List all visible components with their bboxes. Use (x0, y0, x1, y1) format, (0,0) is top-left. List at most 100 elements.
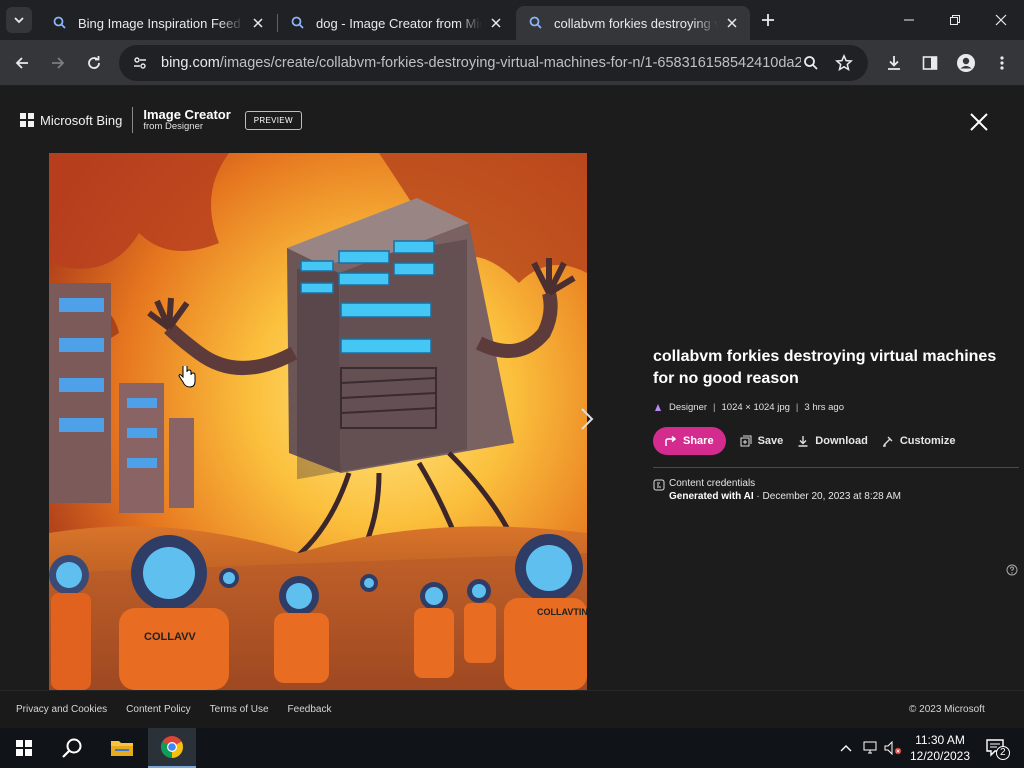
search-icon (291, 16, 304, 29)
svg-text:COLLAVTIN: COLLAVTIN (537, 607, 587, 617)
windows-logo-icon (16, 740, 32, 756)
side-panel-icon (922, 56, 938, 70)
site-info-icon[interactable] (131, 54, 149, 72)
download-button[interactable]: Download (797, 435, 868, 447)
arrow-right-icon (52, 57, 65, 69)
profile-button[interactable] (952, 49, 980, 77)
meta-age: 3 hrs ago (804, 402, 845, 413)
footer-link-content-policy[interactable]: Content Policy (126, 704, 190, 715)
content-credentials: Content credentials Generated with AI · … (653, 478, 1013, 502)
image-creator-page: Microsoft Bing Image Creator from Design… (0, 87, 1024, 730)
tab-title: Bing Image Inspiration Feed (78, 15, 241, 31)
browser-menu-button[interactable] (988, 49, 1016, 77)
restore-icon (950, 15, 960, 25)
image-actions: Share Save Download Customize (653, 427, 1013, 455)
credentials-date: · December 20, 2023 at 8:28 AM (753, 491, 901, 502)
brand-name[interactable]: Microsoft Bing (40, 113, 122, 128)
share-button[interactable]: Share (653, 427, 726, 455)
footer-link-terms[interactable]: Terms of Use (210, 704, 269, 715)
minimize-button[interactable] (886, 0, 932, 40)
folder-icon (111, 741, 133, 756)
customize-button[interactable]: Customize (882, 435, 955, 447)
url-path: /images/create/collabvm-forkies-destroyi… (219, 55, 801, 71)
share-label: Share (683, 435, 714, 447)
save-label: Save (757, 435, 784, 447)
copyright: © 2023 Microsoft (909, 704, 985, 715)
tab-dog-image-creator[interactable]: dog - Image Creator from Microsoft (278, 6, 514, 40)
clock-time: 11:30 AM (915, 733, 965, 747)
network-icon (863, 741, 877, 754)
tab-close-icon[interactable] (488, 15, 504, 31)
show-hidden-icons-button[interactable] (836, 728, 856, 768)
content-credentials-icon (653, 479, 665, 491)
preview-badge: PREVIEW (244, 110, 302, 130)
image-title: collabvm forkies destroying virtual mach… (653, 348, 997, 387)
taskbar: 11:30 AM 12/20/2023 2 (0, 728, 1024, 768)
profile-icon (957, 54, 975, 72)
forward-button[interactable] (44, 49, 72, 77)
image-meta: Designer | 1024 × 1024 jpg | 3 hrs ago (653, 402, 1013, 413)
close-viewer-button[interactable] (966, 109, 992, 135)
credentials-title: Content credentials (669, 478, 756, 489)
credentials-generated: Generated with AI (669, 491, 754, 502)
plus-icon (762, 14, 774, 26)
chevron-down-icon (14, 17, 24, 24)
search-icon (62, 738, 82, 758)
image-details-panel: collabvm forkies destroying virtual mach… (653, 346, 1019, 576)
microsoft-logo-icon (20, 113, 34, 127)
address-bar[interactable]: bing.com/images/create/collabvm-forkies-… (119, 45, 868, 81)
footer-link-feedback[interactable]: Feedback (288, 704, 332, 715)
download-icon (798, 436, 808, 447)
taskbar-file-explorer[interactable] (98, 728, 146, 768)
start-button[interactable] (0, 728, 48, 768)
share-icon (665, 435, 677, 446)
help-icon[interactable] (1006, 564, 1018, 576)
tab-title: dog - Image Creator from Microsoft (316, 15, 482, 31)
download-label: Download (815, 435, 868, 447)
downloads-button[interactable] (880, 49, 908, 77)
meta-app: Designer (669, 402, 708, 413)
clock-date: 12/20/2023 (909, 749, 971, 763)
tab-title: collabvm forkies destroying virtual mach… (554, 15, 718, 31)
chrome-icon (161, 736, 183, 758)
save-button[interactable]: Save (740, 435, 784, 447)
restore-button[interactable] (932, 0, 978, 40)
tab-close-icon[interactable] (250, 15, 266, 31)
volume-muted-icon (884, 741, 902, 755)
back-button[interactable] (8, 49, 36, 77)
save-collection-icon (740, 435, 752, 447)
close-window-button[interactable] (978, 0, 1024, 40)
reload-button[interactable] (80, 49, 108, 77)
meta-size: 1024 × 1024 jpg (721, 402, 790, 413)
minimize-icon (904, 19, 914, 21)
new-tab-button[interactable] (756, 8, 780, 32)
browser-toolbar: bing.com/images/create/collabvm-forkies-… (0, 40, 1024, 86)
bookmark-star-icon[interactable] (834, 53, 854, 73)
network-status-button[interactable] (860, 728, 882, 768)
chevron-right-icon (581, 408, 594, 430)
generated-image-artwork: COLLAVV COLLAVTIN (49, 153, 587, 690)
product-title[interactable]: Image Creator (143, 108, 230, 122)
taskbar-clock[interactable]: 11:30 AM 12/20/2023 (905, 732, 975, 764)
footer-link-privacy[interactable]: Privacy and Cookies (16, 704, 107, 715)
search-icon (53, 16, 66, 29)
side-panel-button[interactable] (916, 49, 944, 77)
designer-icon (655, 403, 661, 411)
close-icon (995, 14, 1007, 26)
generated-image[interactable]: COLLAVV COLLAVTIN (49, 153, 587, 690)
tab-collabvm-forkies[interactable]: collabvm forkies destroying virtual mach… (516, 6, 750, 40)
next-image-button[interactable] (577, 405, 597, 433)
volume-button[interactable] (882, 728, 904, 768)
tab-close-icon[interactable] (724, 15, 740, 31)
notifications-button[interactable]: 2 (980, 728, 1014, 768)
tab-search-button[interactable] (6, 7, 32, 33)
tab-strip: Bing Image Inspiration Feed dog - Image … (0, 0, 1024, 40)
zoom-icon[interactable] (801, 53, 821, 73)
close-icon (970, 113, 988, 131)
taskbar-search-button[interactable] (48, 728, 96, 768)
search-icon (529, 16, 542, 29)
chevron-up-icon (840, 745, 852, 752)
more-vert-icon (1000, 56, 1004, 70)
tab-bing-feed[interactable]: Bing Image Inspiration Feed (40, 6, 276, 40)
taskbar-chrome[interactable] (148, 728, 196, 768)
